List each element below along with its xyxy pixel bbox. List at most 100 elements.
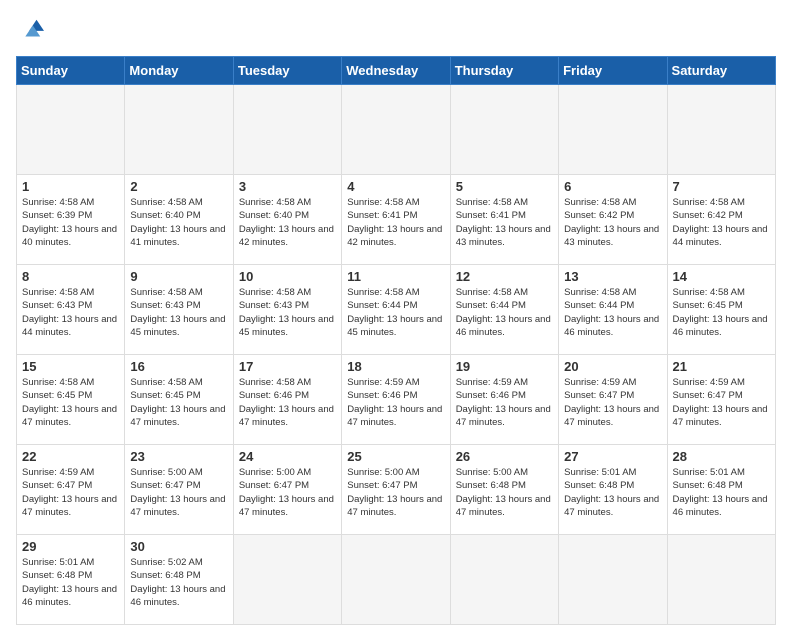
day-number: 23 [130,449,227,464]
day-info: Sunrise: 4:58 AMSunset: 6:42 PMDaylight:… [673,196,770,249]
calendar-day-cell: 14Sunrise: 4:58 AMSunset: 6:45 PMDayligh… [667,265,775,355]
day-number: 28 [673,449,770,464]
calendar-day-cell: 22 Sunrise: 4:59 AMSunset: 6:47 PMDayligh… [17,445,125,535]
day-number: 24 [239,449,336,464]
day-info: Sunrise: 4:58 AMSunset: 6:44 PMDaylight:… [456,286,553,339]
day-number: 8 [22,269,119,284]
calendar-table: SundayMondayTuesdayWednesdayThursdayFrid… [16,56,776,625]
day-info: Sunrise: 5:02 AMSunset: 6:48 PMDaylight:… [130,556,227,609]
day-info: Sunrise: 4:59 AMSunset: 6:47 PMDaylight:… [673,376,770,429]
day-info: Sunrise: 5:00 AMSunset: 6:47 PMDaylight:… [130,466,227,519]
calendar-day-cell: 17 Sunrise: 4:58 AMSunset: 6:46 PMDayligh… [233,355,341,445]
day-number: 17 [239,359,336,374]
day-info: Sunrise: 4:59 AMSunset: 6:47 PMDaylight:… [22,466,119,519]
column-header-monday: Monday [125,57,233,85]
calendar-day-cell: 5 Sunrise: 4:58 AMSunset: 6:41 PMDaylight… [450,175,558,265]
calendar-day-cell: 11Sunrise: 4:58 AMSunset: 6:44 PMDayligh… [342,265,450,355]
calendar-day-cell: 6Sunrise: 4:58 AMSunset: 6:42 PMDaylight… [559,175,667,265]
day-number: 27 [564,449,661,464]
day-info: Sunrise: 4:59 AMSunset: 6:47 PMDaylight:… [564,376,661,429]
day-info: Sunrise: 4:58 AMSunset: 6:40 PMDaylight:… [239,196,336,249]
day-number: 19 [456,359,553,374]
logo-icon [16,16,44,44]
day-number: 30 [130,539,227,554]
day-number: 5 [456,179,553,194]
day-info: Sunrise: 4:58 AMSunset: 6:45 PMDaylight:… [130,376,227,429]
day-info: Sunrise: 4:59 AMSunset: 6:46 PMDaylight:… [347,376,444,429]
day-number: 26 [456,449,553,464]
day-info: Sunrise: 5:01 AMSunset: 6:48 PMDaylight:… [673,466,770,519]
calendar-day-cell [233,535,341,625]
day-info: Sunrise: 5:01 AMSunset: 6:48 PMDaylight:… [22,556,119,609]
day-info: Sunrise: 4:58 AMSunset: 6:43 PMDaylight:… [130,286,227,339]
logo [16,16,48,44]
day-info: Sunrise: 4:58 AMSunset: 6:46 PMDaylight:… [239,376,336,429]
calendar-week-row [17,85,776,175]
day-number: 10 [239,269,336,284]
day-info: Sunrise: 4:58 AMSunset: 6:44 PMDaylight:… [564,286,661,339]
day-info: Sunrise: 4:59 AMSunset: 6:46 PMDaylight:… [456,376,553,429]
calendar-day-cell: 20 Sunrise: 4:59 AMSunset: 6:47 PMDayligh… [559,355,667,445]
day-info: Sunrise: 5:00 AMSunset: 6:48 PMDaylight:… [456,466,553,519]
column-header-sunday: Sunday [17,57,125,85]
calendar-day-cell: 25Sunrise: 5:00 AMSunset: 6:47 PMDayligh… [342,445,450,535]
calendar-week-row: 8 Sunrise: 4:58 AMSunset: 6:43 PMDaylight… [17,265,776,355]
day-info: Sunrise: 4:58 AMSunset: 6:41 PMDaylight:… [347,196,444,249]
day-number: 22 [22,449,119,464]
day-number: 16 [130,359,227,374]
day-number: 7 [673,179,770,194]
calendar-day-cell: 19 Sunrise: 4:59 AMSunset: 6:46 PMDayligh… [450,355,558,445]
day-number: 20 [564,359,661,374]
day-number: 4 [347,179,444,194]
calendar-day-cell [342,85,450,175]
calendar-day-cell [667,85,775,175]
column-header-friday: Friday [559,57,667,85]
calendar-week-row: 15Sunrise: 4:58 AMSunset: 6:45 PMDayligh… [17,355,776,445]
day-info: Sunrise: 4:58 AMSunset: 6:43 PMDaylight:… [22,286,119,339]
calendar-day-cell [342,535,450,625]
calendar-day-cell [17,85,125,175]
day-number: 13 [564,269,661,284]
column-header-thursday: Thursday [450,57,558,85]
day-info: Sunrise: 4:58 AMSunset: 6:43 PMDaylight:… [239,286,336,339]
day-number: 9 [130,269,227,284]
day-info: Sunrise: 4:58 AMSunset: 6:41 PMDaylight:… [456,196,553,249]
calendar-day-cell: 10 Sunrise: 4:58 AMSunset: 6:43 PMDayligh… [233,265,341,355]
calendar-day-cell [125,85,233,175]
calendar-day-cell [233,85,341,175]
calendar-day-cell: 9 Sunrise: 4:58 AMSunset: 6:43 PMDaylight… [125,265,233,355]
day-info: Sunrise: 5:01 AMSunset: 6:48 PMDaylight:… [564,466,661,519]
day-info: Sunrise: 5:00 AMSunset: 6:47 PMDaylight:… [347,466,444,519]
day-info: Sunrise: 4:58 AMSunset: 6:44 PMDaylight:… [347,286,444,339]
day-number: 3 [239,179,336,194]
column-header-saturday: Saturday [667,57,775,85]
calendar-day-cell: 12 Sunrise: 4:58 AMSunset: 6:44 PMDayligh… [450,265,558,355]
calendar-day-cell: 26 Sunrise: 5:00 AMSunset: 6:48 PMDayligh… [450,445,558,535]
day-number: 2 [130,179,227,194]
calendar-day-cell: 28 Sunrise: 5:01 AMSunset: 6:48 PMDayligh… [667,445,775,535]
calendar-day-cell [559,535,667,625]
calendar-day-cell [450,535,558,625]
calendar-day-cell: 3 Sunrise: 4:58 AMSunset: 6:40 PMDaylight… [233,175,341,265]
day-info: Sunrise: 4:58 AMSunset: 6:45 PMDaylight:… [673,286,770,339]
calendar-day-cell: 16 Sunrise: 4:58 AMSunset: 6:45 PMDayligh… [125,355,233,445]
calendar-week-row: 22 Sunrise: 4:59 AMSunset: 6:47 PMDayligh… [17,445,776,535]
calendar-day-cell: 30 Sunrise: 5:02 AMSunset: 6:48 PMDayligh… [125,535,233,625]
day-number: 12 [456,269,553,284]
page-header [16,16,776,44]
calendar-day-cell: 8 Sunrise: 4:58 AMSunset: 6:43 PMDaylight… [17,265,125,355]
day-info: Sunrise: 5:00 AMSunset: 6:47 PMDaylight:… [239,466,336,519]
day-info: Sunrise: 4:58 AMSunset: 6:45 PMDaylight:… [22,376,119,429]
calendar-day-cell: 4 Sunrise: 4:58 AMSunset: 6:41 PMDaylight… [342,175,450,265]
day-number: 18 [347,359,444,374]
day-number: 1 [22,179,119,194]
day-number: 21 [673,359,770,374]
calendar-day-cell [559,85,667,175]
calendar-day-cell [667,535,775,625]
day-number: 6 [564,179,661,194]
calendar-day-cell [450,85,558,175]
calendar-day-cell: 2Sunrise: 4:58 AMSunset: 6:40 PMDaylight… [125,175,233,265]
calendar-day-cell: 21 Sunrise: 4:59 AMSunset: 6:47 PMDayligh… [667,355,775,445]
calendar-day-cell: 18 Sunrise: 4:59 AMSunset: 6:46 PMDayligh… [342,355,450,445]
calendar-day-cell: 29Sunrise: 5:01 AMSunset: 6:48 PMDayligh… [17,535,125,625]
